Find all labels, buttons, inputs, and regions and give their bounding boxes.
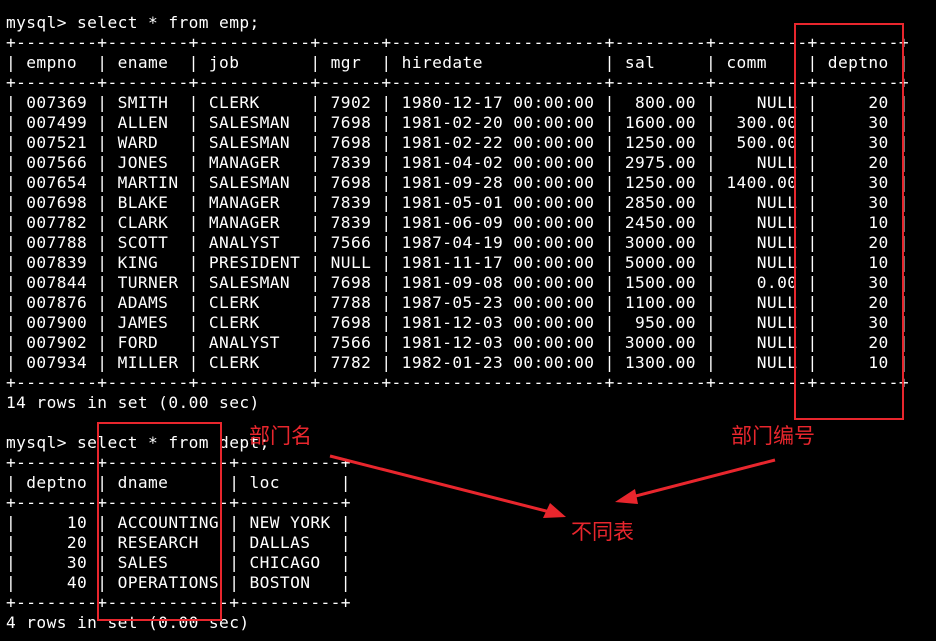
annotation-arrows <box>329 454 776 518</box>
arrow-head-right <box>615 489 638 504</box>
arrow-line-left <box>329 454 551 514</box>
arrow-line-right <box>631 458 776 499</box>
